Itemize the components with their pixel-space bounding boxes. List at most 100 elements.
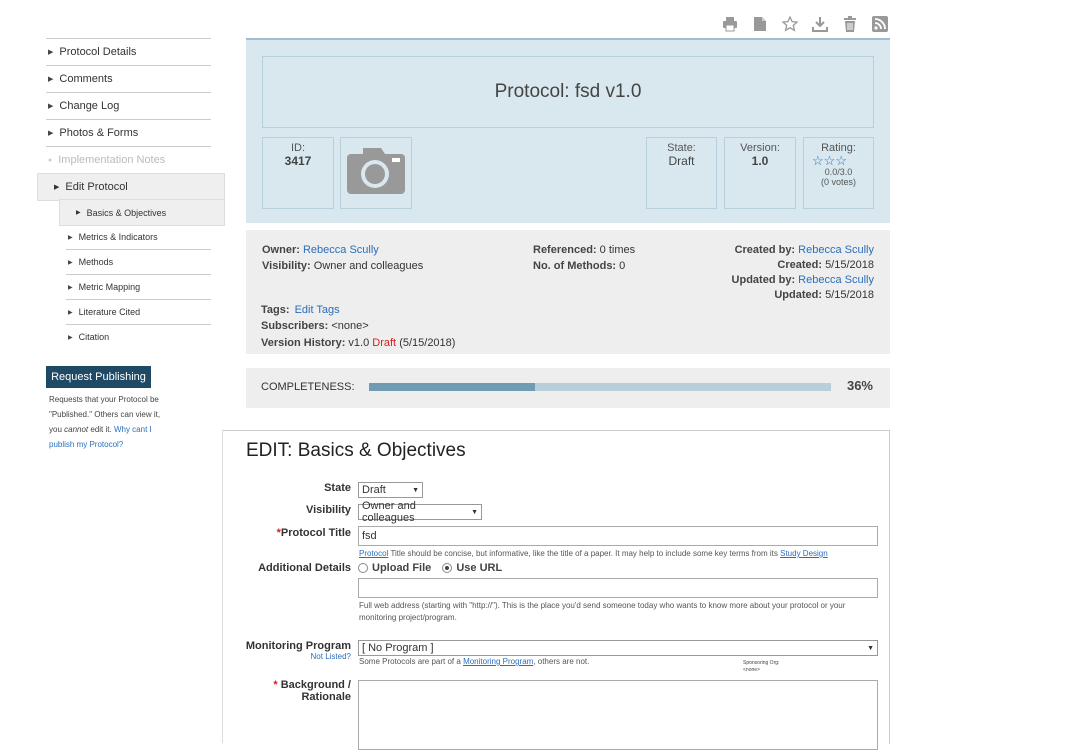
- updated-row: Updated: 5/15/2018: [774, 289, 874, 301]
- rating-score: 0.0/3.0: [824, 167, 853, 177]
- referenced-label: Referenced:: [533, 244, 597, 256]
- created-by-row: Created by: Rebecca Scully: [735, 244, 874, 256]
- protocol-help-link[interactable]: Protocol: [359, 549, 388, 558]
- background-rationale-label: * Background / Rationale: [250, 679, 351, 703]
- version-history-value: v1.0: [348, 337, 370, 349]
- protocol-title-input[interactable]: fsd: [358, 526, 878, 546]
- rating-votes: (0 votes): [820, 177, 856, 187]
- request-publishing-button[interactable]: Request Publishing: [46, 366, 151, 388]
- sidebar-item-label: Photos & Forms: [59, 127, 139, 139]
- upload-file-radio[interactable]: [358, 563, 368, 574]
- sidebar-border: [222, 430, 223, 743]
- monitoring-program-value: [ No Program ]: [362, 642, 434, 654]
- updated-label: Updated:: [774, 289, 822, 301]
- tags-row: Tags: Edit Tags: [261, 304, 340, 316]
- background-rationale-label-text: Background / Rationale: [280, 679, 351, 703]
- sidebar-item-photos-forms[interactable]: ▶ Photos & Forms: [46, 120, 211, 147]
- version-label: Version:: [740, 142, 780, 154]
- sidebar-item-change-log[interactable]: ▶ Change Log: [46, 93, 211, 120]
- sidebar-subitem-methods[interactable]: ▶ Methods: [66, 250, 211, 275]
- created-value: 5/15/2018: [825, 259, 874, 271]
- chevron-down-icon: ▼: [412, 486, 419, 494]
- sidebar-item-protocol-details[interactable]: ▶ Protocol Details: [46, 39, 211, 66]
- rating-stars-icon[interactable]: ☆☆☆: [786, 154, 873, 167]
- protocol-meta: Owner: Rebecca Scully Visibility: Owner …: [246, 230, 890, 354]
- request-text-part: edit it.: [88, 425, 114, 434]
- sidebar-subitem-metric-mapping[interactable]: ▶ Metric Mapping: [66, 275, 211, 300]
- url-input[interactable]: [358, 578, 878, 598]
- owner-link[interactable]: Rebecca Scully: [303, 244, 379, 256]
- visibility-row: Visibility: Owner and colleagues: [262, 260, 423, 272]
- sidebar-item-implementation-notes: ● Implementation Notes: [46, 147, 211, 173]
- triangle-right-icon: ▶: [48, 49, 54, 56]
- sidebar-item-label: Metric Mapping: [78, 282, 141, 292]
- sidebar-item-comments[interactable]: ▶ Comments: [46, 66, 211, 93]
- methods-label: No. of Methods:: [533, 260, 617, 272]
- bullet-icon: ●: [48, 156, 53, 164]
- request-text-emphasis: cannot: [64, 425, 89, 434]
- sidebar-item-label: Protocol Details: [59, 46, 137, 58]
- protocol-photo[interactable]: [340, 137, 412, 209]
- owner-label: Owner:: [262, 244, 300, 256]
- monitoring-program-link[interactable]: Monitoring Program: [463, 657, 533, 666]
- protocol-title-help-text: Title should be concise, but informative…: [388, 549, 781, 558]
- triangle-right-icon: ▶: [48, 130, 54, 137]
- document-icon[interactable]: [750, 15, 770, 33]
- updated-by-link[interactable]: Rebecca Scully: [798, 274, 874, 286]
- star-icon[interactable]: [780, 15, 800, 33]
- protocol-title-help: Protocol Title should be concise, but in…: [359, 549, 879, 558]
- triangle-right-icon: ▶: [48, 103, 54, 110]
- triangle-right-icon: ▶: [68, 334, 73, 341]
- state-select-value: Draft: [362, 484, 386, 496]
- rating-cell: Rating: ☆☆☆ 0.0/3.0 (0 votes): [803, 137, 874, 209]
- sidebar-subitem-metrics-indicators[interactable]: ▶ Metrics & Indicators: [66, 225, 211, 250]
- visibility-field-label: Visibility: [305, 504, 351, 516]
- url-help: Full web address (starting with "http://…: [359, 601, 846, 622]
- use-url-radio[interactable]: [442, 563, 453, 574]
- updated-by-row: Updated by: Rebecca Scully: [732, 274, 874, 286]
- triangle-right-icon: ▶: [48, 76, 54, 83]
- sidebar-subitem-citation[interactable]: ▶ Citation: [66, 325, 211, 349]
- created-by-label: Created by:: [734, 244, 796, 256]
- upload-file-label: Upload File: [372, 562, 432, 574]
- triangle-right-icon: ▶: [68, 309, 73, 316]
- not-listed-link[interactable]: Not Listed?: [300, 652, 351, 661]
- monitoring-program-help: Some Protocols are part of a Monitoring …: [359, 657, 739, 666]
- visibility-select[interactable]: Owner and colleagues ▼: [358, 500, 482, 524]
- sidebar-item-label: Methods: [78, 257, 114, 267]
- rss-icon[interactable]: [870, 15, 890, 33]
- sidebar-subitem-literature-cited[interactable]: ▶ Literature Cited: [66, 300, 211, 325]
- id-value: 3417: [284, 154, 312, 168]
- sponsoring-org: Sponsoring Org: <none>: [743, 660, 779, 674]
- visibility-label: Visibility:: [262, 260, 311, 272]
- trash-icon[interactable]: [840, 15, 860, 33]
- state-label: State:: [667, 142, 696, 154]
- created-by-link[interactable]: Rebecca Scully: [798, 244, 874, 256]
- background-rationale-textarea[interactable]: [358, 680, 878, 750]
- referenced-row: Referenced: 0 times: [533, 244, 635, 256]
- state-select[interactable]: Draft ▼: [358, 482, 423, 498]
- state-field-label: State: [324, 482, 351, 494]
- print-icon[interactable]: [720, 15, 740, 33]
- monitoring-program-select[interactable]: [ No Program ] ▼: [358, 640, 878, 656]
- download-icon[interactable]: [810, 15, 830, 33]
- completeness-percent: 36%: [846, 378, 873, 393]
- state-cell: State: Draft: [646, 137, 717, 209]
- sidebar-item-edit-protocol[interactable]: ▶ Edit Protocol: [37, 173, 225, 201]
- updated-by-label: Updated by:: [731, 274, 796, 286]
- id-label: ID:: [290, 142, 306, 154]
- edit-tags-link[interactable]: Edit Tags: [295, 304, 340, 316]
- completeness-label: COMPLETENESS:: [261, 381, 355, 393]
- triangle-right-icon: ▶: [68, 234, 73, 241]
- request-publishing-text: Requests that your Protocol be "Publishe…: [49, 392, 169, 452]
- sidebar-item-label: Implementation Notes: [58, 154, 166, 166]
- triangle-right-icon: ▶: [68, 284, 73, 291]
- protocol-title-label-text: Protocol Title: [280, 527, 351, 539]
- study-design-link[interactable]: Study Design: [780, 549, 828, 558]
- monitoring-program-label: Monitoring Program: [245, 640, 351, 652]
- required-marker: *: [273, 679, 278, 691]
- methods-value: 0: [619, 260, 626, 272]
- chevron-down-icon: ▼: [471, 508, 478, 516]
- protocol-title-field-label: *Protocol Title: [260, 527, 351, 539]
- sidebar-subitem-basics-objectives[interactable]: ▶ Basics & Objectives: [59, 199, 225, 226]
